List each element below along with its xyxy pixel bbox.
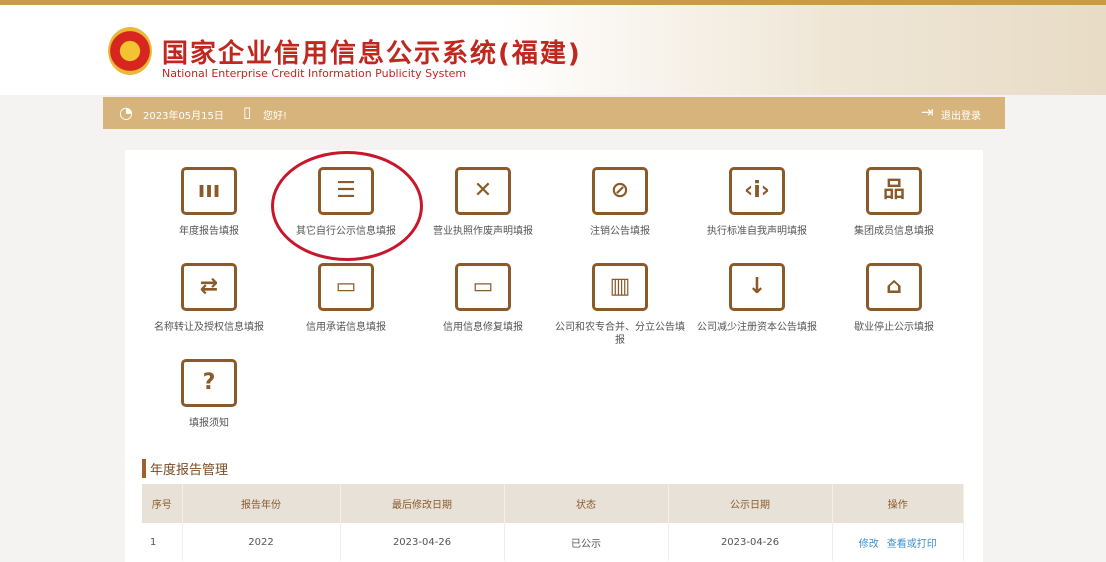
cell-modified: 2023-04-26 bbox=[340, 523, 505, 561]
cell-year: 2022 bbox=[182, 523, 341, 561]
tile-1[interactable]: ııı 年度报告填报 bbox=[144, 167, 274, 238]
tile-11[interactable]: ↓ 公司减少注册资本公告填报 bbox=[692, 263, 822, 334]
col-header: 最后修改日期 bbox=[340, 484, 505, 523]
col-header: 报告年份 bbox=[182, 484, 341, 523]
date-text: 2023年05月15日 bbox=[143, 111, 224, 122]
tile-12[interactable]: ⌂ 歇业停止公示填报 bbox=[829, 263, 959, 334]
tile-3[interactable]: ✕ 营业执照作废声明填报 bbox=[418, 167, 548, 238]
tile-label: 歇业停止公示填报 bbox=[854, 322, 934, 333]
logout-icon[interactable]: ⇥ bbox=[921, 103, 934, 121]
cell-no: 1 bbox=[142, 523, 183, 561]
card-icon: ▭ bbox=[318, 263, 374, 311]
tile-label: 名称转让及授权信息填报 bbox=[154, 322, 264, 333]
tile-4[interactable]: ⊘ 注销公告填报 bbox=[555, 167, 685, 238]
tile-13[interactable]: ? 填报须知 bbox=[144, 359, 274, 430]
tile-label: 信用信息修复填报 bbox=[443, 322, 523, 333]
tile-9[interactable]: ▭ 信用信息修复填报 bbox=[418, 263, 548, 334]
org-chart-icon: 品 bbox=[866, 167, 922, 215]
tile-label: 年度报告填报 bbox=[179, 226, 239, 237]
national-emblem-icon bbox=[108, 27, 152, 75]
cell-status: 已公示 bbox=[504, 523, 669, 561]
cancel-doc-icon: ⊘ bbox=[592, 167, 648, 215]
col-header: 操作 bbox=[832, 484, 964, 523]
tile-label: 公司和农专合并、分立公告填报 bbox=[555, 322, 685, 346]
tile-5[interactable]: ‹i› 执行标准自我声明填报 bbox=[692, 167, 822, 238]
highlight-circle bbox=[271, 151, 423, 261]
cell-published: 2023-04-26 bbox=[668, 523, 833, 561]
col-header: 序号 bbox=[142, 484, 183, 523]
tile-label: 注销公告填报 bbox=[590, 226, 650, 237]
tile-label: 集团成员信息填报 bbox=[854, 226, 934, 237]
logout-link[interactable]: 退出登录 bbox=[941, 107, 981, 122]
store-icon: ⌂ bbox=[866, 263, 922, 311]
site-header: 国家企业信用信息公示系统(福建) National Enterprise Cre… bbox=[0, 5, 1106, 95]
transfer-receipt-icon: ⇄ bbox=[181, 263, 237, 311]
cell-actions: 修改 查看或打印 bbox=[832, 523, 964, 561]
calendar-icon: ııı bbox=[181, 167, 237, 215]
tile-label: 公司减少注册资本公告填报 bbox=[697, 322, 817, 333]
col-header: 状态 bbox=[504, 484, 669, 523]
tile-8[interactable]: ▭ 信用承诺信息填报 bbox=[281, 263, 411, 334]
edit-link[interactable]: 修改 bbox=[859, 539, 879, 550]
annual-report-table: 序号 报告年份 最后修改日期 状态 公示日期 操作 1 2022 2023-04… bbox=[142, 484, 964, 561]
question-edit-icon: ? bbox=[181, 359, 237, 407]
clipboard-code-icon: ‹i› bbox=[729, 167, 785, 215]
tile-label: 信用承诺信息填报 bbox=[306, 322, 386, 333]
greeting-text: 您好! bbox=[263, 111, 288, 122]
card-icon: ▭ bbox=[455, 263, 511, 311]
site-subtitle: National Enterprise Credit Information P… bbox=[162, 67, 467, 80]
document-x-icon: ✕ bbox=[455, 167, 511, 215]
money-bag-icon: ↓ bbox=[729, 263, 785, 311]
clock-icon: ◔ bbox=[119, 103, 133, 122]
tile-label: 营业执照作废声明填报 bbox=[433, 226, 533, 237]
tile-label: 执行标准自我声明填报 bbox=[707, 226, 807, 237]
section-title: 年度报告管理 bbox=[142, 459, 228, 478]
tile-label: 填报须知 bbox=[189, 418, 229, 429]
buildings-icon: ▥ bbox=[592, 263, 648, 311]
tile-6[interactable]: 品集团成员信息填报 bbox=[829, 167, 959, 238]
table-row: 1 2022 2023-04-26 已公示 2023-04-26 修改 查看或打印 bbox=[142, 523, 964, 561]
col-header: 公示日期 bbox=[668, 484, 833, 523]
site-title: 国家企业信用信息公示系统(福建) bbox=[162, 39, 582, 69]
user-bar: ◔ 2023年05月15日 ▯ 您好! ⇥ 退出登录 bbox=[103, 97, 1005, 129]
tile-10[interactable]: ▥ 公司和农专合并、分立公告填报 bbox=[555, 263, 685, 347]
tile-7[interactable]: ⇄ 名称转让及授权信息填报 bbox=[144, 263, 274, 334]
view-print-link[interactable]: 查看或打印 bbox=[887, 539, 937, 550]
user-icon: ▯ bbox=[243, 103, 252, 121]
